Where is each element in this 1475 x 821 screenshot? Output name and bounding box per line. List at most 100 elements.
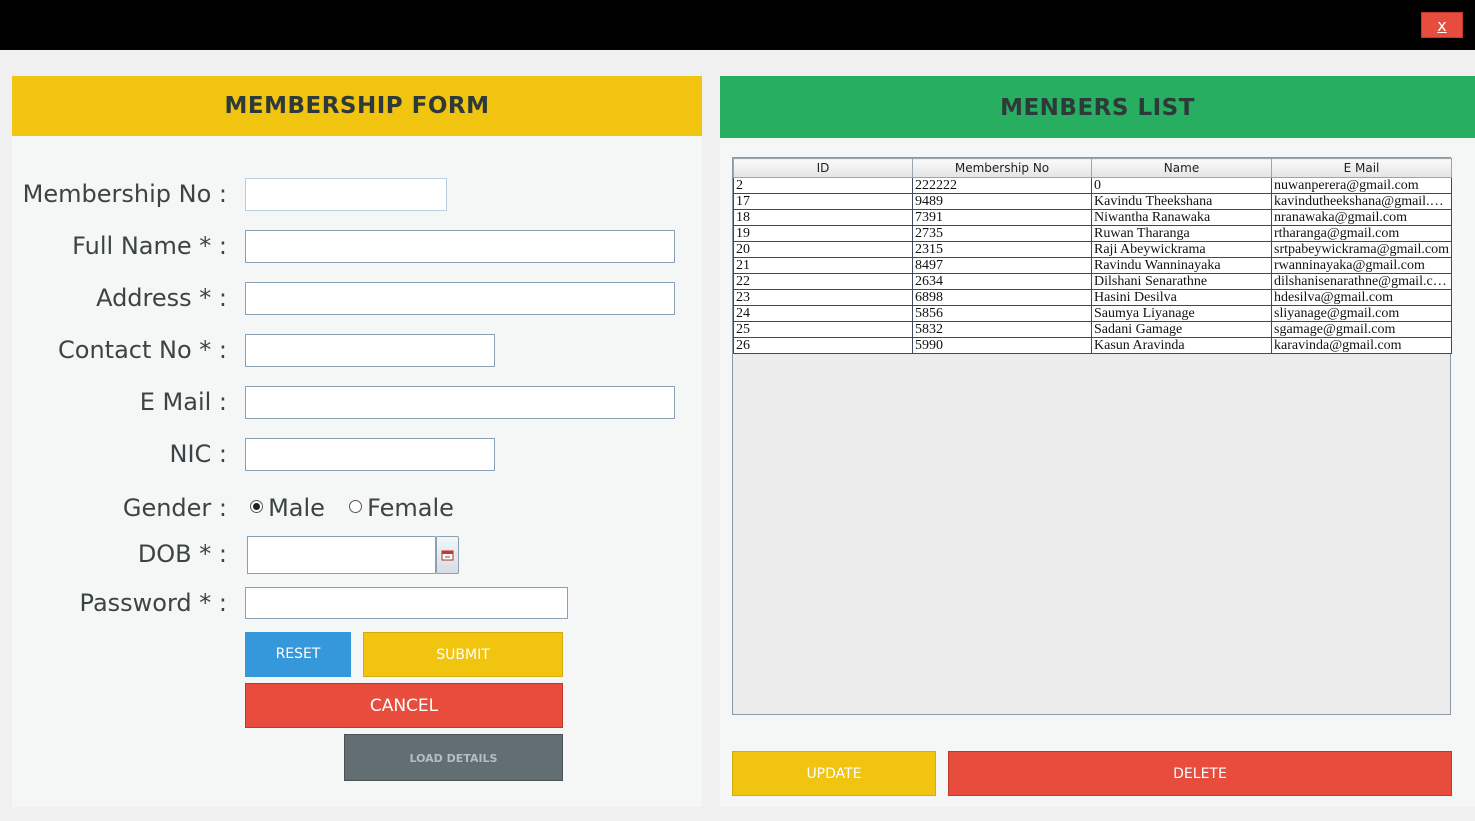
table-row[interactable]: 24 5856 Saumya Liyanage sliyanage@gmail.com <box>733 305 1452 322</box>
list-title: MENBERS LIST <box>1000 95 1195 121</box>
table-cell[interactable]: 5856 <box>912 305 1092 322</box>
table-cell[interactable]: kavindutheekshana@gmail.com <box>1271 193 1452 210</box>
dob-input[interactable] <box>247 536 436 574</box>
update-button[interactable]: UPDATE <box>732 751 936 796</box>
table-cell[interactable]: 2315 <box>912 241 1092 258</box>
address-input[interactable] <box>245 282 675 315</box>
table-cell[interactable]: 9489 <box>912 193 1092 210</box>
members-table-container: ID Membership No Name E Mail 2 222222 0 nuw… <box>732 157 1452 715</box>
table-cell[interactable]: 2735 <box>912 225 1092 242</box>
table-cell[interactable]: rtharanga@gmail.com <box>1271 225 1452 242</box>
title-bar <box>0 0 1475 50</box>
membership-form-panel: MEMBERSHIP FORM Membership No : Full Nam… <box>12 76 702 807</box>
table-cell[interactable]: 8497 <box>912 257 1092 274</box>
table-cell[interactable]: sgamage@gmail.com <box>1271 321 1452 338</box>
table-header-row: ID Membership No Name E Mail <box>733 158 1452 178</box>
table-cell[interactable]: 18 <box>733 209 913 226</box>
membership-no-label: Membership No : <box>22 180 227 208</box>
table-row[interactable]: 17 9489 Kavindu Theekshana kavindutheekshan… <box>733 193 1452 210</box>
table-cell[interactable]: 17 <box>733 193 913 210</box>
column-header-name[interactable]: Name <box>1091 158 1272 178</box>
table-cell[interactable]: Hasini Desilva <box>1091 289 1272 306</box>
form-title: MEMBERSHIP FORM <box>224 93 490 119</box>
form-header: MEMBERSHIP FORM <box>12 76 702 136</box>
column-header-id[interactable]: ID <box>733 158 913 178</box>
address-label: Address * : <box>96 284 227 312</box>
table-cell[interactable]: 2634 <box>912 273 1092 290</box>
table-row[interactable]: 20 2315 Raji Abeywickrama srtpabeywickrama@… <box>733 241 1452 258</box>
table-cell[interactable]: 2 <box>733 177 913 194</box>
table-cell[interactable]: karavinda@gmail.com <box>1271 337 1452 354</box>
delete-button[interactable]: DELETE <box>948 751 1452 796</box>
table-cell[interactable]: nranawaka@gmail.com <box>1271 209 1452 226</box>
close-button[interactable]: x <box>1421 12 1463 38</box>
table-row[interactable]: 19 2735 Ruwan Tharanga rtharanga@gmail.com <box>733 225 1452 242</box>
members-list-panel: MENBERS LIST ID Membership No Name E Mai… <box>720 76 1475 807</box>
table-cell[interactable]: Kasun Aravinda <box>1091 337 1272 354</box>
membership-no-input[interactable] <box>245 178 447 211</box>
table-cell[interactable]: 25 <box>733 321 913 338</box>
table-row[interactable]: 22 2634 Dilshani Senarathne dilshanisenarat… <box>733 273 1452 290</box>
table-row[interactable]: 26 5990 Kasun Aravinda karavinda@gmail.com <box>733 337 1452 354</box>
table-cell[interactable]: 20 <box>733 241 913 258</box>
female-radio[interactable] <box>349 500 362 513</box>
table-cell[interactable]: 21 <box>733 257 913 274</box>
password-input[interactable] <box>245 587 568 619</box>
table-row[interactable]: 25 5832 Sadani Gamage sgamage@gmail.com <box>733 321 1452 338</box>
column-header-email[interactable]: E Mail <box>1271 158 1452 178</box>
list-header: MENBERS LIST <box>720 76 1475 138</box>
table-cell[interactable]: hdesilva@gmail.com <box>1271 289 1452 306</box>
nic-input[interactable] <box>245 438 495 471</box>
date-picker-button[interactable] <box>436 536 459 574</box>
table-cell[interactable]: 22 <box>733 273 913 290</box>
load-details-button[interactable]: LOAD DETAILS <box>344 734 563 781</box>
table-cell[interactable]: dilshanisenarathne@gmail.com <box>1271 273 1452 290</box>
full-name-label: Full Name * : <box>72 232 227 260</box>
password-label: Password * : <box>79 589 227 617</box>
female-label: Female <box>367 494 454 522</box>
table-cell[interactable]: 6898 <box>912 289 1092 306</box>
table-cell[interactable]: 26 <box>733 337 913 354</box>
table-cell[interactable]: srtpabeywickrama@gmail.com <box>1271 241 1452 258</box>
table-cell[interactable]: 5990 <box>912 337 1092 354</box>
table-row[interactable]: 23 6898 Hasini Desilva hdesilva@gmail.com <box>733 289 1452 306</box>
table-cell[interactable]: Ruwan Tharanga <box>1091 225 1272 242</box>
calendar-icon <box>441 550 454 561</box>
male-radio[interactable] <box>250 500 263 513</box>
contact-no-input[interactable] <box>245 334 495 367</box>
table-cell[interactable]: Niwantha Ranawaka <box>1091 209 1272 226</box>
table-cell[interactable]: Saumya Liyanage <box>1091 305 1272 322</box>
table-cell[interactable]: Sadani Gamage <box>1091 321 1272 338</box>
submit-button[interactable]: SUBMIT <box>363 632 563 677</box>
table-cell[interactable]: Dilshani Senarathne <box>1091 273 1272 290</box>
column-header-membership-no[interactable]: Membership No <box>912 158 1092 178</box>
nic-label: NIC : <box>169 440 227 468</box>
contact-no-label: Contact No * : <box>58 336 227 364</box>
dob-label: DOB * : <box>137 540 227 568</box>
gender-male-option[interactable]: Male <box>250 494 325 522</box>
gender-label: Gender : <box>122 494 227 522</box>
table-row[interactable]: 18 7391 Niwantha Ranawaka nranawaka@gmail.c… <box>733 209 1452 226</box>
members-table: ID Membership No Name E Mail 2 222222 0 nuw… <box>733 158 1452 354</box>
table-cell[interactable]: Ravindu Wanninayaka <box>1091 257 1272 274</box>
table-row[interactable]: 21 8497 Ravindu Wanninayaka rwanninayaka@gm… <box>733 257 1452 274</box>
table-cell[interactable]: 0 <box>1091 177 1272 194</box>
table-cell[interactable]: sliyanage@gmail.com <box>1271 305 1452 322</box>
table-cell[interactable]: nuwanperera@gmail.com <box>1271 177 1452 194</box>
table-cell[interactable]: 5832 <box>912 321 1092 338</box>
reset-button[interactable]: RESET <box>245 632 351 677</box>
table-cell[interactable]: 24 <box>733 305 913 322</box>
table-row[interactable]: 2 222222 0 nuwanperera@gmail.com <box>733 177 1452 194</box>
cancel-button[interactable]: CANCEL <box>245 683 563 728</box>
gender-female-option[interactable]: Female <box>349 494 454 522</box>
table-cell[interactable]: Raji Abeywickrama <box>1091 241 1272 258</box>
table-cell[interactable]: 7391 <box>912 209 1092 226</box>
full-name-input[interactable] <box>245 230 675 263</box>
table-cell[interactable]: 23 <box>733 289 913 306</box>
table-cell[interactable]: Kavindu Theekshana <box>1091 193 1272 210</box>
table-cell[interactable]: 19 <box>733 225 913 242</box>
table-cell[interactable]: rwanninayaka@gmail.com <box>1271 257 1452 274</box>
table-cell[interactable]: 222222 <box>912 177 1092 194</box>
male-label: Male <box>268 494 325 522</box>
email-input[interactable] <box>245 386 675 419</box>
